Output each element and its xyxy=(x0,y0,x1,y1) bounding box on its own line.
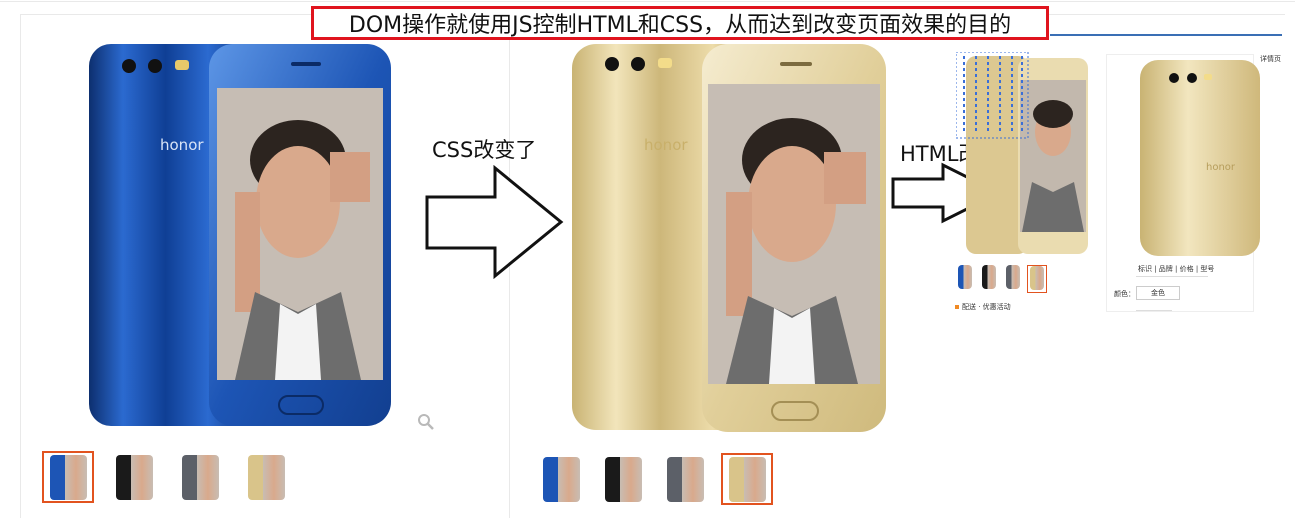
large-lens-2 xyxy=(1187,73,1197,83)
thumbnail-phone-icon xyxy=(247,454,285,500)
flash xyxy=(175,60,189,70)
mini-top-right-text: 详情页 xyxy=(1260,55,1281,63)
mini-color-button[interactable]: 金色 xyxy=(1136,286,1180,300)
left-panel-border-left xyxy=(20,14,21,518)
thumbnail-phone-icon xyxy=(49,454,87,500)
page-title-text: DOM操作就使用JS控制HTML和CSS，从而达到改变页面效果的目的 xyxy=(348,13,1012,38)
mini-divider-2 xyxy=(1136,310,1172,311)
mini-color-button-label: 金色 xyxy=(1151,289,1165,297)
mini-divider xyxy=(1136,276,1208,277)
thumbnail-1[interactable] xyxy=(535,453,587,505)
thumbnail-3[interactable] xyxy=(174,451,226,503)
front-camera xyxy=(291,62,321,66)
thumbnail-phone-icon xyxy=(666,456,704,502)
phone-blue-image: honor xyxy=(89,44,391,426)
front-camera xyxy=(780,62,812,66)
camera-lens-2 xyxy=(148,59,162,73)
page-title: DOM操作就使用JS控制HTML和CSS，从而达到改变页面效果的目的 xyxy=(311,6,1049,40)
thumbnail-phone-icon xyxy=(1030,266,1044,290)
mini-row2-label: 颜色： xyxy=(1114,290,1135,298)
thumbnail-3[interactable] xyxy=(659,453,711,505)
thumbnail-phone-icon xyxy=(958,265,972,289)
arrow1-label: CSS改变了 xyxy=(432,138,537,162)
camera-lens-1 xyxy=(605,57,619,71)
mini-phone-back-large: honor xyxy=(1140,60,1260,256)
portrait-hand-right xyxy=(824,152,866,204)
mini-bullet xyxy=(955,305,959,309)
phone-gold-image: honor xyxy=(572,44,886,432)
top-edge-line xyxy=(0,1,1295,2)
mini-phone-image xyxy=(956,52,1088,254)
thumbnail-phone-icon xyxy=(1006,265,1020,289)
portrait-face xyxy=(748,146,836,262)
flash xyxy=(658,58,672,68)
camera-lens-1 xyxy=(122,59,136,73)
camera-lens-2 xyxy=(631,57,645,71)
thumbnail-2[interactable] xyxy=(979,265,999,293)
thumbnail-phone-icon xyxy=(604,456,642,502)
portrait-tshirt xyxy=(275,304,321,380)
mini-hair xyxy=(1033,100,1073,128)
brand-logo-back: honor xyxy=(160,136,204,154)
thumbnail-4[interactable] xyxy=(240,451,292,503)
blue-rule xyxy=(1050,34,1282,36)
thumbnail-phone-icon xyxy=(982,265,996,289)
thumbnail-3[interactable] xyxy=(1003,265,1023,293)
thumbnail-phone-icon xyxy=(181,454,219,500)
mini-foot-text: 配送 · 优惠活动 xyxy=(962,303,1011,311)
large-lens-1 xyxy=(1169,73,1179,83)
brand-logo-back: honor xyxy=(644,136,688,154)
large-flash xyxy=(1204,74,1212,80)
thumbnail-1[interactable] xyxy=(955,265,975,293)
mini-row1-text: 标识 | 品牌 | 价格 | 型号 xyxy=(1138,265,1215,273)
thumbnail-2[interactable] xyxy=(108,451,160,503)
thumbnail-2[interactable] xyxy=(597,453,649,505)
magnifier-icon[interactable] xyxy=(417,413,435,431)
portrait-tshirt xyxy=(769,308,815,384)
thumbnail-phone-icon xyxy=(115,454,153,500)
thumbnail-4[interactable] xyxy=(721,453,773,505)
thumbnail-phone-icon xyxy=(542,456,580,502)
portrait-hand-right xyxy=(330,152,370,202)
portrait-face xyxy=(256,146,340,258)
thumbnail-4[interactable] xyxy=(1027,265,1047,293)
large-brand: honor xyxy=(1206,162,1236,173)
thumbnail-1[interactable] xyxy=(42,451,94,503)
thumbnail-phone-icon xyxy=(728,456,766,502)
arrow-right-icon xyxy=(425,165,564,280)
large-back xyxy=(1140,60,1260,256)
